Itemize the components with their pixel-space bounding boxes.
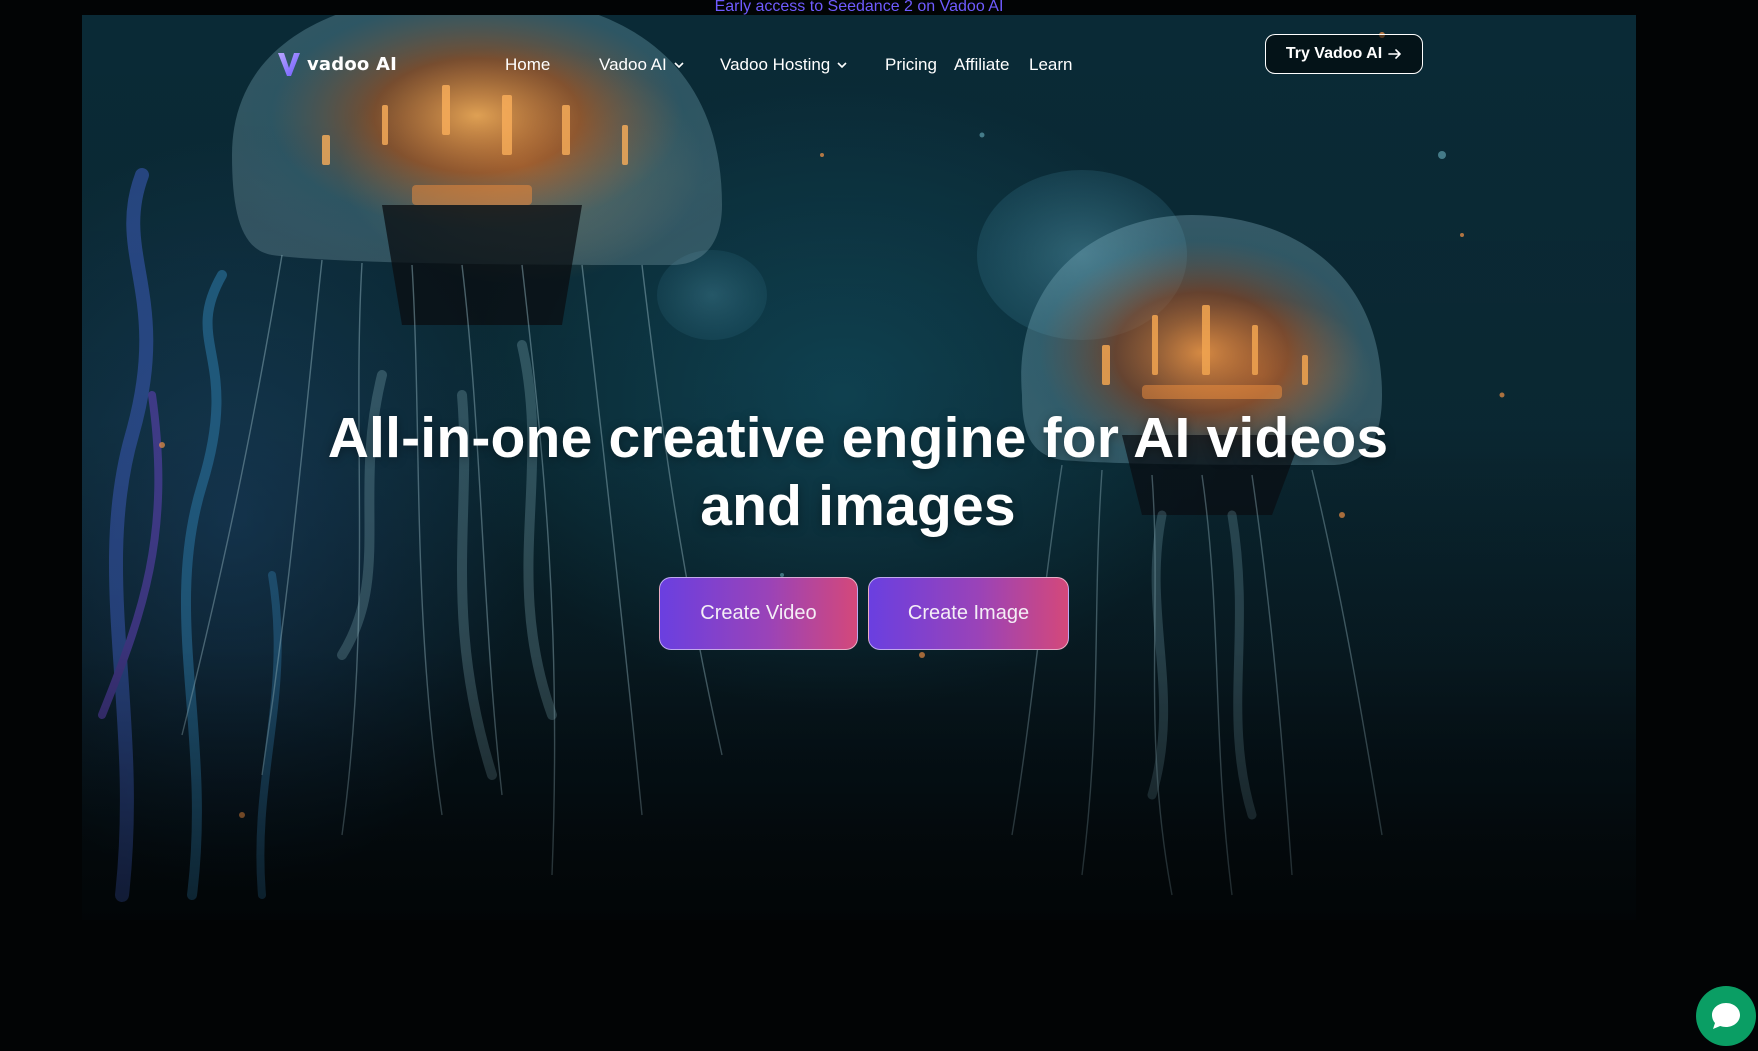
chat-bubble-icon — [1712, 1003, 1740, 1029]
nav-item-home[interactable]: Home — [505, 55, 550, 75]
brand-name: vadoo AI — [307, 53, 397, 75]
nav-item-label: Affiliate — [954, 55, 1010, 74]
announcement-bar: Early access to Seedance 2 on Vadoo AI — [0, 0, 1758, 15]
nav-item-vadoo-ai[interactable]: Vadoo AI — [599, 55, 685, 75]
nav-item-label: Vadoo AI — [599, 55, 667, 74]
nav-item-label: Pricing — [885, 55, 937, 74]
brand-logo[interactable]: vadoo AI — [277, 50, 397, 78]
create-video-label: Create Video — [700, 602, 817, 624]
chevron-down-icon — [837, 62, 847, 69]
nav-item-vadoo-hosting[interactable]: Vadoo Hosting — [720, 55, 848, 75]
announcement-link[interactable]: Early access to Seedance 2 on Vadoo AI — [715, 0, 1004, 15]
nav-item-label: Learn — [1029, 55, 1073, 74]
nav-item-label: Vadoo Hosting — [720, 55, 831, 74]
nav-item-label: Home — [505, 55, 551, 74]
create-video-button[interactable]: Create Video — [659, 577, 858, 650]
try-vadoo-ai-button[interactable]: Try Vadoo AI — [1265, 34, 1423, 74]
try-vadoo-ai-label: Try Vadoo AI — [1285, 45, 1383, 62]
create-image-label: Create Image — [907, 602, 1030, 624]
v-logo-icon — [277, 51, 301, 77]
hero-headline: All-in-one creative engine for AI videos… — [327, 406, 1389, 538]
chevron-down-icon — [674, 62, 684, 69]
chat-widget-button[interactable] — [1696, 986, 1756, 1046]
create-image-button[interactable]: Create Image — [868, 577, 1069, 650]
nav-item-learn[interactable]: Learn — [1029, 55, 1072, 75]
arrow-right-icon — [1388, 49, 1401, 59]
page: Early access to Seedance 2 on Vadoo AI v… — [0, 0, 1758, 1051]
nav-item-pricing[interactable]: Pricing — [885, 55, 937, 75]
hero-section: vadoo AI Home Vadoo AI Vadoo Hosting Pri… — [82, 15, 1636, 920]
nav-item-affiliate[interactable]: Affiliate — [954, 55, 1009, 75]
